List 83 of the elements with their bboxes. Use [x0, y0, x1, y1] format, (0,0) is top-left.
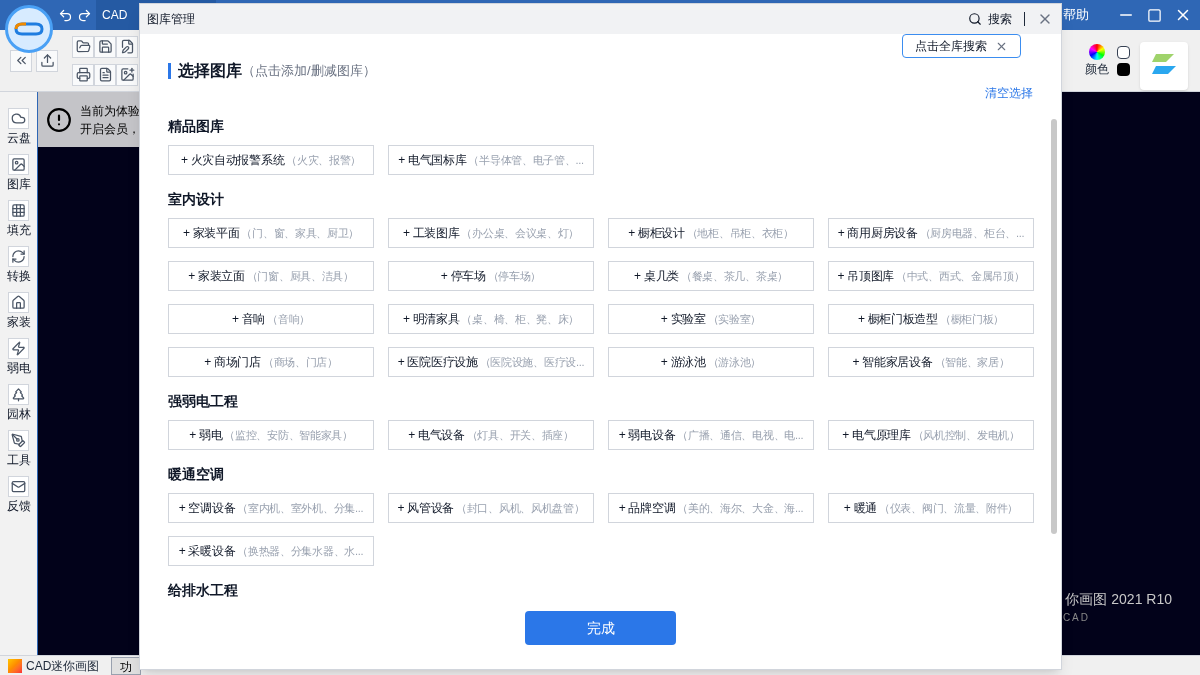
library-item[interactable]: + 家装平面 （门、窗、家具、厨卫）	[168, 218, 374, 248]
color-label: 颜色	[1085, 60, 1109, 78]
category-title: 给排水工程	[168, 581, 239, 599]
sidebar-item[interactable]: 弱电	[6, 338, 31, 377]
category-title: 精品图库	[168, 117, 225, 136]
library-item[interactable]: + 智能家居设备 （智能、家居）	[828, 347, 1034, 377]
color-wheel-icon[interactable]	[1089, 43, 1105, 60]
library-item[interactable]: + 桌几类 （餐桌、茶几、茶桌）	[608, 261, 814, 291]
library-item[interactable]: + 吊顶图库 （中式、西式、金属吊顶）	[828, 261, 1034, 291]
library-item[interactable]: + 采暖设备 （换热器、分集水器、水...	[168, 536, 374, 566]
back-icon[interactable]	[10, 49, 32, 72]
canvas-brand-sub: CAD	[1062, 611, 1090, 625]
hatch-icon	[8, 200, 29, 221]
sidebar-item[interactable]: 转换	[6, 246, 31, 285]
printer-icon[interactable]	[72, 63, 94, 86]
sidebar-item[interactable]: 家装	[6, 292, 31, 331]
library-item[interactable]: + 风管设备 （封口、风机、风机盘管）	[388, 493, 594, 523]
canvas-brand: 你画图 2021 R10	[1065, 590, 1172, 609]
status-app-name: CAD迷你画图	[26, 657, 100, 675]
lightning-icon	[8, 338, 29, 359]
pen-icon	[8, 430, 29, 451]
tree-icon	[8, 384, 29, 405]
library-item[interactable]: + 品牌空调 （美的、海尔、大金、海...	[608, 493, 814, 523]
library-item[interactable]: + 商场门店 （商场、门店）	[168, 347, 374, 377]
sidebar-item[interactable]: 园林	[6, 384, 31, 423]
pdf-icon[interactable]	[94, 63, 116, 86]
category-title: 强弱电工程	[168, 392, 239, 411]
mail-icon	[8, 476, 29, 497]
clear-selection-link[interactable]: 清空选择	[985, 84, 1033, 102]
scrollbar[interactable]	[1051, 119, 1057, 534]
search-icon	[968, 12, 982, 26]
library-item[interactable]: + 暖通 （仪表、阀门、流量、附件）	[828, 493, 1034, 523]
maximize-icon[interactable]	[1147, 7, 1162, 23]
library-item[interactable]: + 空调设备 （室内机、室外机、分集...	[168, 493, 374, 523]
library-item[interactable]: + 工装图库 （办公桌、会议桌、灯）	[388, 218, 594, 248]
image-export-icon[interactable]	[116, 63, 138, 86]
library-item[interactable]: + 商用厨房设备 （厨房电器、柜台、...	[828, 218, 1034, 248]
library-item[interactable]: + 火灾自动报警系统 （火灾、报警）	[168, 145, 374, 175]
library-item[interactable]: + 家装立面 （门窗、厨具、洁具）	[168, 261, 374, 291]
outline-swatch-icon[interactable]	[1117, 45, 1130, 59]
alert-icon	[46, 106, 72, 133]
notice-text: 开启会员，	[80, 120, 140, 138]
dialog-title: 图库管理	[147, 11, 195, 28]
library-item[interactable]: + 橱柜设计 （地柜、吊柜、衣柜）	[608, 218, 814, 248]
edit-file-icon[interactable]	[116, 35, 138, 58]
status-tab[interactable]: 功	[111, 656, 142, 675]
undo-icon[interactable]	[58, 7, 73, 23]
library-item[interactable]: + 停车场 （停车场）	[388, 261, 594, 291]
tooltip-text: 点击全库搜索	[915, 38, 987, 55]
section-heading: 选择图库	[178, 61, 242, 81]
sidebar-item[interactable]: 反馈	[6, 476, 31, 515]
library-item[interactable]: + 弱电设备 （广播、通信、电视、电...	[608, 420, 814, 450]
library-item[interactable]: + 橱柜门板造型 （橱柜门板）	[828, 304, 1034, 334]
house-icon	[8, 292, 29, 313]
redo-icon[interactable]	[77, 7, 92, 23]
save-icon[interactable]	[94, 35, 116, 58]
category-title: 室内设计	[168, 190, 225, 209]
folder-icon[interactable]	[72, 35, 94, 58]
sidebar-item[interactable]: 工具	[6, 430, 31, 469]
library-item[interactable]: + 实验室 （实验室）	[608, 304, 814, 334]
library-item[interactable]: + 明清家具 （桌、椅、柜、凳、床）	[388, 304, 594, 334]
library-item[interactable]: + 音响 （音响）	[168, 304, 374, 334]
library-item[interactable]: + 弱电 （监控、安防、智能家具）	[168, 420, 374, 450]
library-item[interactable]: + 游泳池 （游泳池）	[608, 347, 814, 377]
library-item[interactable]: + 电气国标库 （半导体管、电子管、...	[388, 145, 594, 175]
library-item[interactable]: + 电气设备 （灯具、开关、插座）	[388, 420, 594, 450]
image-icon	[8, 154, 29, 175]
filled-swatch-icon[interactable]	[1117, 62, 1130, 76]
app-logo-icon	[8, 658, 22, 673]
cloud-icon	[8, 108, 29, 129]
sidebar-item[interactable]: 图库	[6, 154, 31, 193]
library-item[interactable]: + 电气原理库 （风机控制、发电机）	[828, 420, 1034, 450]
heading-hint: （点击添加/删减图库）	[242, 62, 376, 81]
done-button[interactable]: 完成	[525, 611, 676, 645]
refresh-icon	[8, 246, 29, 267]
upload-icon[interactable]	[36, 49, 58, 72]
sidebar-item[interactable]: 填充	[6, 200, 31, 239]
category-title: 暖通空调	[168, 465, 225, 484]
sidebar-item[interactable]: 云盘	[6, 108, 31, 147]
floating-logo[interactable]	[1140, 42, 1188, 90]
library-item[interactable]: + 医院医疗设施 （医院设施、医疗设...	[388, 347, 594, 377]
notice-text: 当前为体验	[80, 102, 140, 120]
search-button[interactable]: 搜索	[968, 10, 1012, 28]
